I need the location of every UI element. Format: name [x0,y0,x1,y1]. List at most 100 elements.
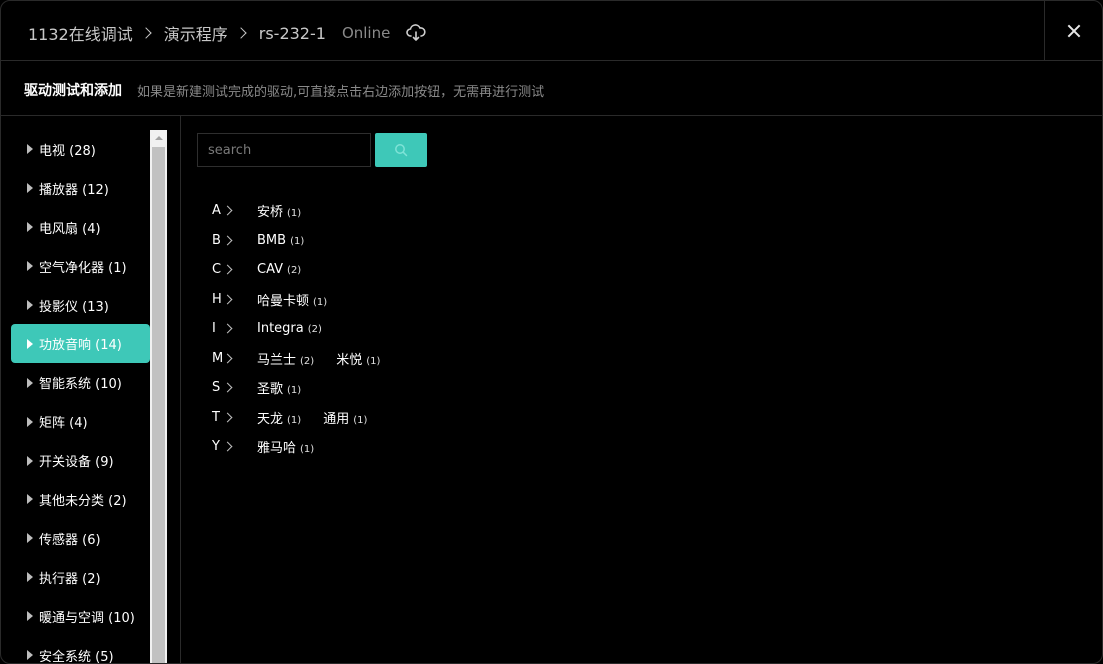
brand-link[interactable]: Integra (2) [257,321,322,336]
chevron-right-icon [222,353,233,364]
sidebar-item-label: 传感器 (6) [39,532,101,548]
chevron-right-icon [222,382,233,393]
sidebar-item[interactable]: 其他未分类 (2) [11,480,150,519]
brand-list: A 安桥 (1) B BMB (1) C CAV (2) H 哈曼卡顿 (1) I Integra (2) M… [212,196,402,462]
breadcrumb: 1132在线调试 演示程序 rs-232-1 Online [28,21,426,45]
brand-count: (1) [300,444,315,456]
brand-count: (1) [287,208,302,220]
brand-link[interactable]: 哈曼卡顿 (1) [257,290,327,309]
caret-right-icon [27,533,33,544]
sidebar-item-label: 安全系统 (5) [39,649,114,664]
chevron-right-icon [222,412,233,423]
sidebar-item-label: 电视 (28) [39,143,96,159]
brand-name: 米悦 [336,352,363,368]
caret-right-icon [27,455,33,466]
category-sidebar: 电视 (28) 播放器 (12) 电风扇 (4) 空气净化器 (1) 投影仪 (13) 功… [1,116,181,664]
sidebar-item[interactable]: 播放器 (12) [11,169,150,208]
breadcrumb-item-device[interactable]: 1132在线调试 [28,21,133,45]
sidebar-item[interactable]: 电视 (28) [11,130,150,169]
sidebar-item[interactable]: 矩阵 (4) [11,402,150,441]
caret-right-icon [27,338,33,349]
brand-link[interactable]: 马兰士 (2) [257,349,314,368]
brand-count: (1) [353,414,368,426]
scroll-up-button[interactable] [150,130,167,145]
close-button[interactable] [1044,1,1102,61]
brand-link[interactable]: 安桥 (1) [257,201,301,220]
caret-right-icon [27,377,33,388]
chevron-right-icon [222,294,233,305]
brand-link[interactable]: CAV (2) [257,262,301,277]
brand-count: (1) [290,235,305,247]
sidebar-item[interactable]: 传感器 (6) [11,519,150,558]
breadcrumb-item-port: rs-232-1 [258,23,326,43]
chevron-right-icon [235,27,247,39]
sidebar-item-label: 电风扇 (4) [39,221,101,237]
brand-count: (1) [366,355,381,367]
chevron-right-icon [222,235,233,246]
caret-right-icon [27,144,33,155]
scrollbar-thumb[interactable] [152,147,165,663]
brand-link[interactable]: 天龙 (1) [257,408,301,427]
brand-group-row: M 马兰士 (2) 米悦 (1) [212,344,402,374]
sidebar-item-label: 其他未分类 (2) [39,493,127,509]
cloud-sync-icon[interactable] [406,24,426,42]
brand-name: 哈曼卡顿 [257,293,310,309]
search-button[interactable] [375,133,427,167]
brand-count: (1) [287,385,302,397]
brand-link[interactable]: 通用 (1) [323,408,367,427]
breadcrumb-item-program[interactable]: 演示程序 [164,21,228,45]
brand-name: CAV [257,262,284,278]
search-input[interactable] [197,133,371,167]
caret-right-icon [27,183,33,194]
sidebar-item[interactable]: 暖通与空调 (10) [11,597,150,636]
brand-name: Integra [257,321,304,337]
sidebar-scrollbar[interactable] [150,130,167,663]
sidebar-item-label: 功放音响 (14) [39,338,122,354]
brand-count: (2) [307,324,322,336]
sidebar-item[interactable]: 功放音响 (14) [11,324,150,364]
sidebar-item[interactable]: 执行器 (2) [11,558,150,597]
dialog-header: 1132在线调试 演示程序 rs-232-1 Online [1,1,1102,61]
brand-link[interactable]: 圣歌 (1) [257,378,301,397]
sidebar-item[interactable]: 智能系统 (10) [11,363,150,402]
category-list: 电视 (28) 播放器 (12) 电风扇 (4) 空气净化器 (1) 投影仪 (13) 功… [11,130,150,664]
section-description: 如果是新建测试完成的驱动,可直接点击右边添加按钮，无需再进行测试 [137,85,545,100]
sidebar-item[interactable]: 开关设备 (9) [11,441,150,480]
search-icon [395,144,408,157]
brand-group-row: C CAV (2) [212,255,402,285]
sidebar-item[interactable]: 电风扇 (4) [11,208,150,247]
sidebar-item[interactable]: 安全系统 (5) [11,636,150,664]
chevron-right-icon [140,27,152,39]
section-header: 驱动测试和添加 如果是新建测试完成的驱动,可直接点击右边添加按钮，无需再进行测试 [1,61,1102,116]
brand-name: 通用 [323,411,350,427]
caret-right-icon [27,300,33,310]
connection-status: Online [341,24,391,42]
driver-test-dialog: 1132在线调试 演示程序 rs-232-1 Online 驱动测试和添加 如果… [0,0,1103,664]
chevron-right-icon [222,205,233,216]
brand-link[interactable]: 米悦 (1) [336,349,380,368]
sidebar-item[interactable]: 投影仪 (13) [11,286,150,325]
caret-right-icon [27,416,33,427]
sidebar-item[interactable]: 空气净化器 (1) [11,247,150,286]
brand-link[interactable]: 雅马哈 (1) [257,437,314,456]
caret-right-icon [27,572,33,583]
sidebar-item-label: 暖通与空调 (10) [39,610,135,626]
brand-link[interactable]: BMB (1) [257,233,304,248]
brand-group-row: B BMB (1) [212,226,402,256]
brand-group-row: T 天龙 (1) 通用 (1) [212,403,402,433]
brand-group-row: I Integra (2) [212,314,402,344]
brand-count: (2) [300,355,315,367]
caret-right-icon [27,261,33,272]
brand-name: BMB [257,232,287,248]
sidebar-item-label: 智能系统 (10) [39,377,122,393]
brand-group-row: Y 雅马哈 (1) [212,432,402,462]
chevron-right-icon [222,264,233,275]
caret-right-icon [27,611,33,622]
sidebar-item-label: 矩阵 (4) [39,416,88,432]
caret-right-icon [27,222,33,233]
brand-group-row: S 圣歌 (1) [212,373,402,403]
brand-count: (1) [313,296,328,308]
arrow-up-icon [154,135,163,140]
chevron-right-icon [222,323,233,334]
sidebar-item-label: 空气净化器 (1) [39,260,127,276]
